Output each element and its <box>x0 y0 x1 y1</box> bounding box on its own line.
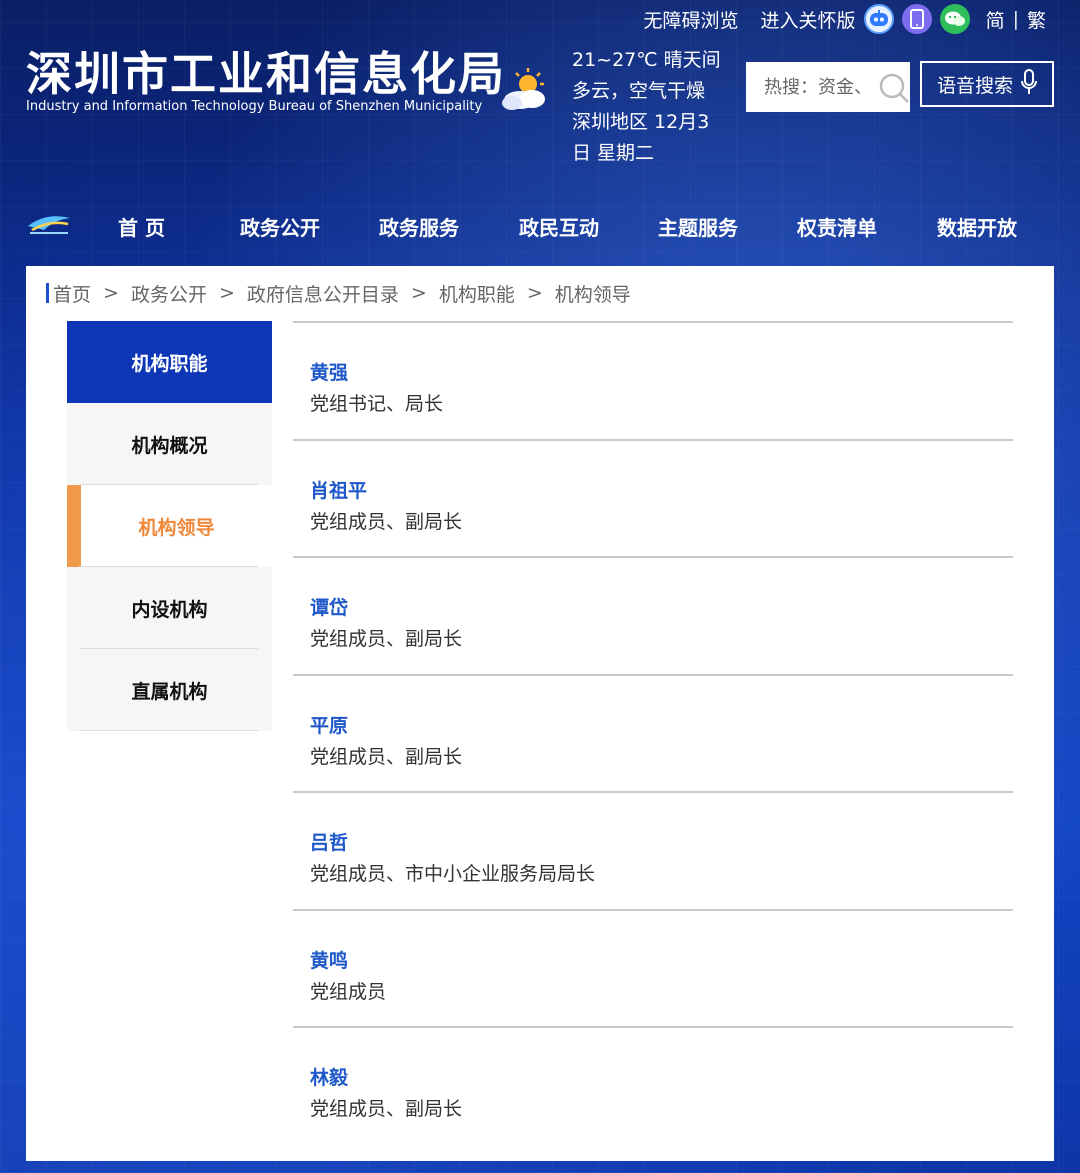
main-nav: 首 页 政务公开 政务服务 政民互动 主题服务 权责清单 数据开放 <box>0 190 1080 260</box>
leader-name[interactable]: 吕哲 <box>310 829 1013 857</box>
breadcrumb-info-catalog[interactable]: 政府信息公开目录 <box>247 280 399 307</box>
breadcrumb-separator: > <box>218 282 235 304</box>
sidebar: 机构职能 机构概况 机构领导 内设机构 直属机构 <box>67 321 272 731</box>
nav-home[interactable]: 首 页 <box>118 212 165 241</box>
sidebar-heading[interactable]: 机构职能 <box>67 321 272 403</box>
content-panel: 首页 > 政务公开 > 政府信息公开目录 > 机构职能 > 机构领导 机构职能 … <box>26 266 1054 1161</box>
breadcrumb: 首页 > 政务公开 > 政府信息公开目录 > 机构职能 > 机构领导 <box>46 280 631 307</box>
breadcrumb-separator: > <box>526 282 543 304</box>
leader-item: 吕哲 党组成员、市中小企业服务局局长 <box>293 791 1013 909</box>
robot-assistant-icon[interactable] <box>863 4 894 34</box>
microphone-icon <box>1021 68 1037 100</box>
weather-info: 21~27℃ 晴天间 多云，空气干燥 深圳地区 12月3 日 星期二 <box>572 45 732 169</box>
site-title[interactable]: 深圳市工业和信息化局 <box>26 38 506 104</box>
sidebar-item-internal-departments[interactable]: 内设机构 <box>67 567 272 649</box>
nav-gov-services[interactable]: 政务服务 <box>379 212 459 241</box>
leader-item: 黄鸣 党组成员 <box>293 908 1013 1027</box>
sidebar-item-leaders[interactable]: 机构领导 <box>67 485 272 567</box>
leader-name[interactable]: 肖祖平 <box>310 477 1013 505</box>
search-input[interactable] <box>764 76 876 98</box>
nav-gov-affairs[interactable]: 政务公开 <box>240 212 320 241</box>
sidebar-item-label: 内设机构 <box>131 598 208 621</box>
leader-title: 党组成员、副局长 <box>310 628 463 650</box>
breadcrumb-marker <box>46 283 49 303</box>
leader-name[interactable]: 黄强 <box>310 359 1013 387</box>
sidebar-item-affiliated-units[interactable]: 直属机构 <box>67 649 272 731</box>
breadcrumb-current: 机构领导 <box>554 283 631 306</box>
sidebar-item-label: 机构领导 <box>138 516 215 539</box>
leader-name[interactable]: 林毅 <box>310 1064 1013 1092</box>
weather-line-2: 多云，空气干燥 <box>572 80 706 102</box>
top-bar: 无障碍浏览 进入关怀版 简 | 繁 <box>644 4 1046 34</box>
leader-name[interactable]: 谭岱 <box>310 594 1013 622</box>
leader-title: 党组成员、市中小企业服务局局长 <box>310 863 596 885</box>
nav-responsibility-list[interactable]: 权责清单 <box>797 212 877 241</box>
breadcrumb-separator: > <box>103 282 119 304</box>
accessible-browse-link[interactable]: 无障碍浏览 <box>644 6 739 33</box>
leader-name[interactable]: 黄鸣 <box>310 947 1013 975</box>
lang-separator: | <box>1012 8 1019 30</box>
sidebar-item-label: 机构概况 <box>131 434 208 457</box>
sidebar-item-overview[interactable]: 机构概况 <box>67 403 272 485</box>
voice-search-button[interactable]: 语音搜索 <box>920 61 1054 107</box>
weather-line-4: 日 星期二 <box>572 142 655 164</box>
leader-name[interactable]: 平原 <box>310 712 1013 740</box>
weather-line-1: 21~27℃ 晴天间 <box>572 49 721 71</box>
search-icon[interactable] <box>878 72 910 104</box>
leader-title: 党组成员、副局长 <box>310 510 463 533</box>
care-mode-link[interactable]: 进入关怀版 <box>761 6 856 33</box>
breadcrumb-home[interactable]: 首页 <box>53 280 91 307</box>
lang-traditional[interactable]: 繁 <box>1027 6 1046 33</box>
nav-topic-services[interactable]: 主题服务 <box>658 212 738 241</box>
leader-item: 林毅 党组成员、副局长 <box>293 1026 1013 1144</box>
breadcrumb-functions[interactable]: 机构职能 <box>439 280 515 307</box>
breadcrumb-gov-affairs[interactable]: 政务公开 <box>131 280 207 307</box>
leader-title: 党组成员、副局长 <box>310 1098 463 1120</box>
leader-item: 谭岱 党组成员、副局长 <box>293 556 1013 674</box>
breadcrumb-separator: > <box>410 282 427 304</box>
nav-logo-icon[interactable] <box>26 210 72 236</box>
partly-cloudy-icon <box>498 66 552 114</box>
leader-title: 党组成员 <box>310 980 387 1003</box>
leader-list: 黄强 党组书记、局长 肖祖平 党组成员、副局长 谭岱 党组成员、副局长 平原 党… <box>293 321 1013 1144</box>
site-subtitle: Industry and Information Technology Bure… <box>26 99 483 114</box>
leader-title: 党组书记、局长 <box>310 393 444 415</box>
voice-search-label: 语音搜索 <box>936 74 1013 97</box>
lang-simplified[interactable]: 简 <box>986 6 1005 33</box>
nav-interaction[interactable]: 政民互动 <box>519 212 599 241</box>
nav-open-data[interactable]: 数据开放 <box>937 212 1017 241</box>
weather-line-3: 深圳地区 12月3 <box>572 111 710 133</box>
mobile-icon[interactable] <box>901 4 932 34</box>
leader-item: 肖祖平 党组成员、副局长 <box>293 438 1013 557</box>
sidebar-item-label: 直属机构 <box>131 680 208 703</box>
wechat-icon[interactable] <box>939 4 970 34</box>
search-box <box>746 62 910 112</box>
leader-item: 平原 党组成员、副局长 <box>293 673 1013 792</box>
leader-title: 党组成员、副局长 <box>310 745 463 768</box>
leader-item: 黄强 党组书记、局长 <box>293 321 1013 439</box>
